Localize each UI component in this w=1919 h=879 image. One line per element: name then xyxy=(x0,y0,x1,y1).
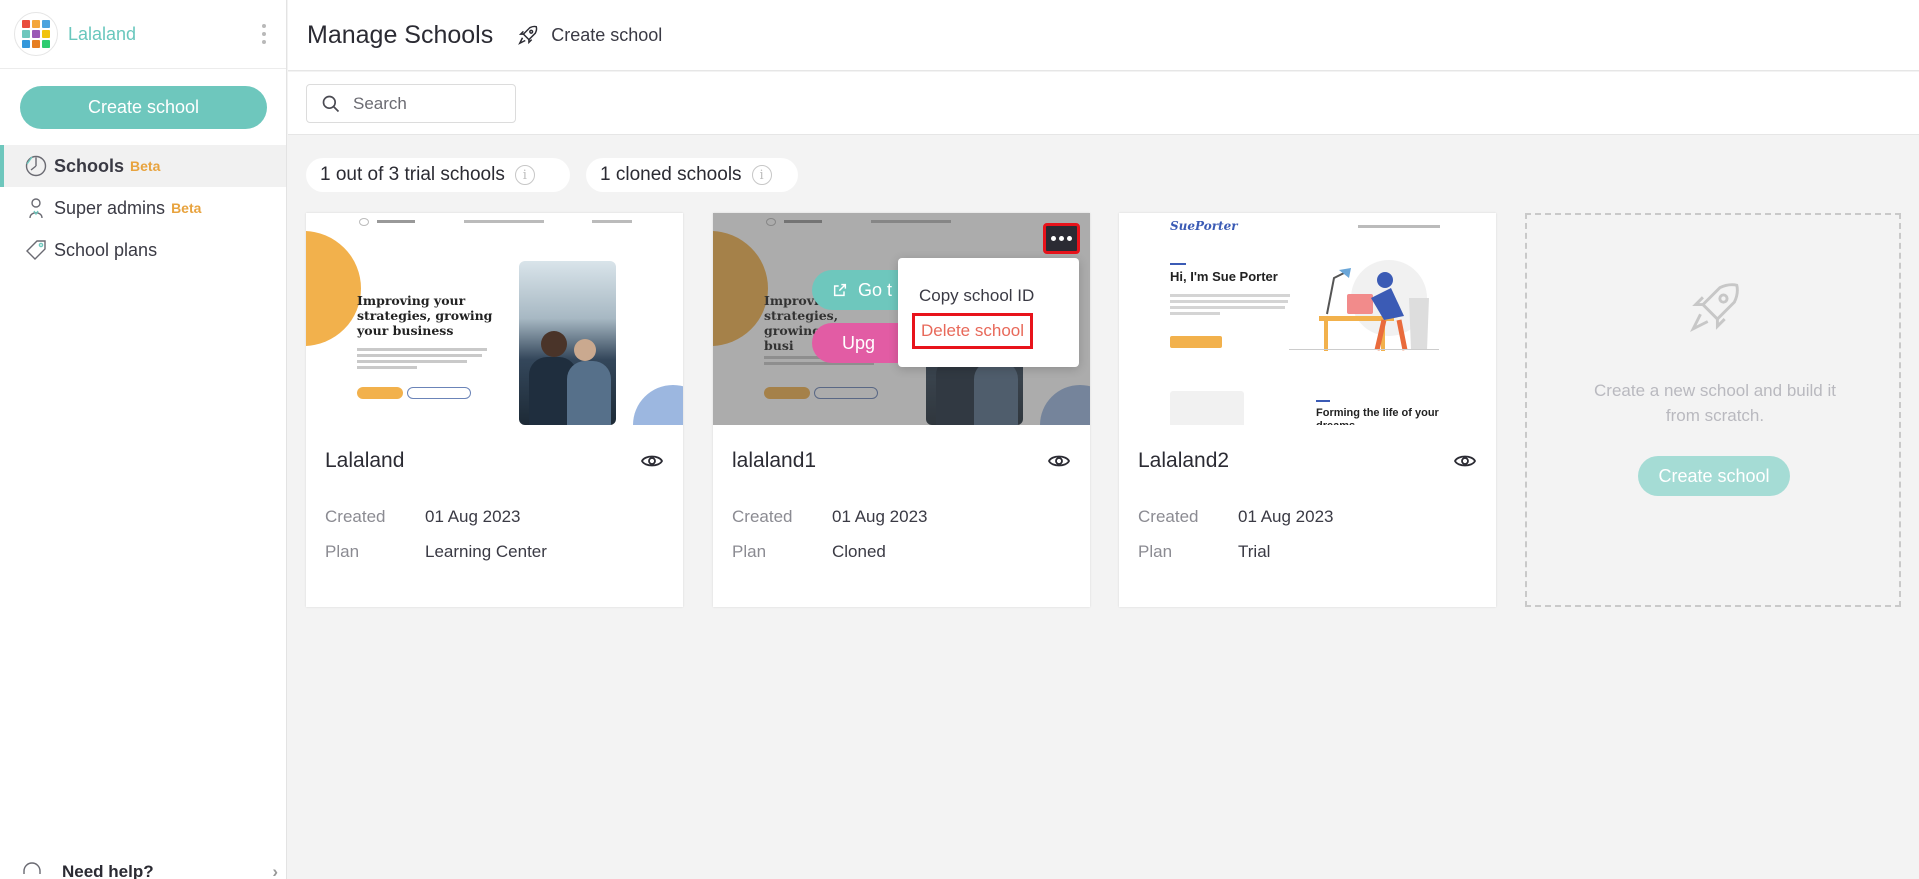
sidebar: Lalaland Create school Schools Beta Supe… xyxy=(0,0,287,879)
sidebar-create-school-button[interactable]: Create school xyxy=(20,86,267,129)
copy-school-id-item[interactable]: Copy school ID xyxy=(919,286,1034,306)
created-label: Created xyxy=(325,506,386,526)
school-name: lalaland1 xyxy=(732,449,817,472)
new-school-card[interactable]: Create a new school and build it from sc… xyxy=(1525,213,1901,607)
header-create-school-link[interactable]: Create school xyxy=(517,24,662,46)
more-vertical-icon[interactable] xyxy=(262,24,266,44)
school-card[interactable]: Improving your strategies, growing your … xyxy=(306,213,683,607)
new-school-create-button[interactable]: Create school xyxy=(1638,456,1790,496)
plan-label: Plan xyxy=(325,541,360,561)
eye-icon[interactable] xyxy=(1047,449,1071,473)
school-context-menu: Copy school ID Delete school xyxy=(898,258,1079,367)
rocket-icon xyxy=(518,25,538,45)
sidebar-item-super-admins[interactable]: Super admins Beta xyxy=(0,187,286,229)
page-title: Manage Schools xyxy=(307,20,494,49)
thumbnail-hero-text xyxy=(357,345,492,372)
upgrade-label: Upg xyxy=(842,332,876,353)
plan-value: Cloned xyxy=(832,541,886,561)
tag-icon xyxy=(22,236,50,264)
chevron-right-icon: › xyxy=(272,862,278,879)
search-icon xyxy=(322,95,340,112)
sidebar-item-schools[interactable]: Schools Beta xyxy=(0,145,286,187)
new-school-description: Create a new school and build it from sc… xyxy=(1594,381,1836,425)
rocket-icon xyxy=(1690,283,1739,332)
sidebar-item-school-plans[interactable]: School plans xyxy=(0,229,286,271)
thumbnail-subheading: Forming the life of your dreams xyxy=(1316,407,1439,425)
created-date: 01 Aug 2023 xyxy=(1238,506,1334,526)
search-input[interactable] xyxy=(353,93,503,114)
trial-schools-text: 1 out of 3 trial schools xyxy=(320,164,505,185)
thumbnail-hero-text xyxy=(1170,291,1295,318)
trial-schools-chip: 1 out of 3 trial schools i xyxy=(306,158,570,192)
thumbnail-image xyxy=(1170,391,1244,425)
info-icon[interactable]: i xyxy=(514,165,535,185)
thumbnail-illustration xyxy=(1319,260,1429,351)
school-thumbnail[interactable]: SuePorter Hi, I'm Sue Porter Forming the… xyxy=(1119,213,1496,425)
thumbnail-logo: SuePorter xyxy=(1170,219,1238,233)
external-link-icon xyxy=(833,283,847,297)
thumbnail-photo xyxy=(519,261,616,425)
school-name: Lalaland2 xyxy=(1138,449,1230,472)
created-date: 01 Aug 2023 xyxy=(425,506,521,526)
sidebar-item-label: Super admins xyxy=(54,197,166,218)
sidebar-item-label: School plans xyxy=(54,239,158,260)
headset-icon xyxy=(23,862,41,874)
cloned-schools-text: 1 cloned schools xyxy=(600,164,742,185)
thumbnail-nav xyxy=(306,218,683,230)
plan-value: Learning Center xyxy=(425,541,547,561)
plan-value: Trial xyxy=(1238,541,1271,561)
plan-label: Plan xyxy=(1138,541,1173,561)
thumbnail-hero-title: Improving your strategies, growing your … xyxy=(357,293,493,338)
schools-icon xyxy=(22,152,50,180)
search-box xyxy=(306,84,516,123)
sidebar-nav: Schools Beta Super admins Beta School pl… xyxy=(0,145,286,271)
brand-logo[interactable] xyxy=(14,12,58,56)
more-options-button[interactable] xyxy=(1043,223,1080,254)
created-date: 01 Aug 2023 xyxy=(832,506,928,526)
created-label: Created xyxy=(1138,506,1199,526)
eye-icon[interactable] xyxy=(640,449,664,473)
info-icon[interactable]: i xyxy=(751,165,772,185)
thumbnail-hero-title: Hi, I'm Sue Porter xyxy=(1170,269,1278,284)
school-card[interactable]: SuePorter Hi, I'm Sue Porter Forming the… xyxy=(1119,213,1496,607)
search-bar xyxy=(288,72,1919,135)
help-label: Need help? xyxy=(62,862,154,879)
school-thumbnail[interactable]: Improving your strategies, growing your … xyxy=(306,213,683,425)
cloned-schools-chip: 1 cloned schools i xyxy=(586,158,798,192)
super-admins-icon xyxy=(22,194,50,222)
beta-badge: Beta xyxy=(171,200,202,216)
help-link[interactable]: Need help? › xyxy=(20,860,278,879)
created-label: Created xyxy=(732,506,793,526)
page-header: Manage Schools Create school xyxy=(288,0,1919,71)
eye-icon[interactable] xyxy=(1453,449,1477,473)
school-name: Lalaland xyxy=(325,449,405,472)
beta-badge: Beta xyxy=(130,158,161,174)
header-create-label: Create school xyxy=(551,24,663,45)
brand-header: Lalaland xyxy=(0,0,286,69)
go-to-school-label: Go t xyxy=(858,279,893,300)
sidebar-item-label: Schools xyxy=(54,155,125,176)
plan-label: Plan xyxy=(732,541,767,561)
delete-school-item[interactable]: Delete school xyxy=(912,313,1034,349)
brand-name[interactable]: Lalaland xyxy=(68,24,136,45)
